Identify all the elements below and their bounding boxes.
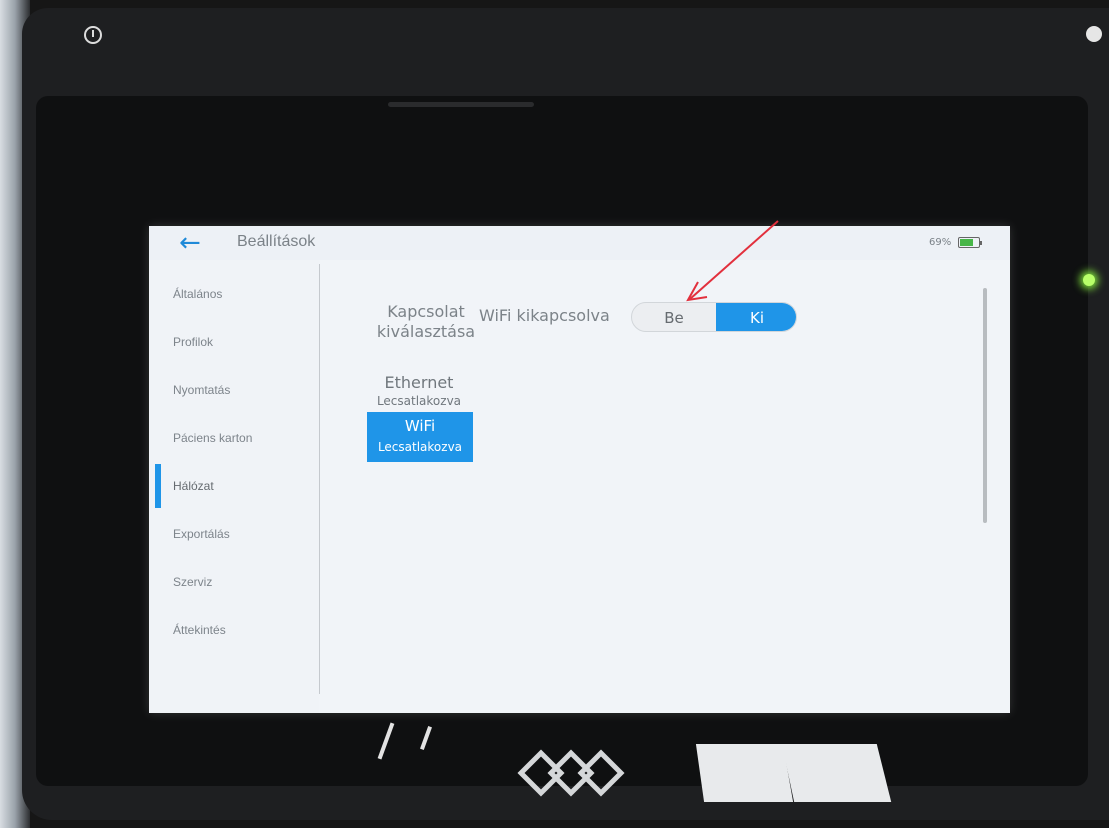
brand-logo-icon	[517, 749, 625, 797]
reflection-bars	[695, 736, 896, 802]
annotation-arrow-icon	[686, 220, 779, 302]
